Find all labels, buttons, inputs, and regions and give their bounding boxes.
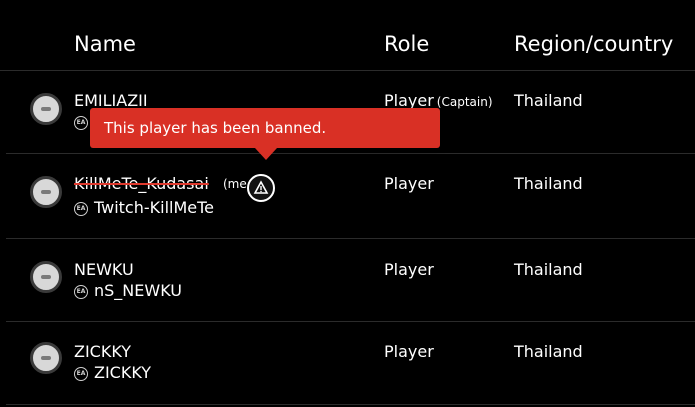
player-role: Player: [384, 260, 434, 279]
banned-tooltip: This player has been banned.: [90, 108, 440, 160]
player-region: Thailand: [514, 342, 583, 361]
ea-icon: EA: [74, 367, 88, 381]
player-game-id: Twitch-KillMeTe: [94, 198, 215, 217]
player-name[interactable]: NEWKU: [74, 260, 134, 279]
ea-icon: EA: [74, 285, 88, 299]
player-region: Thailand: [514, 174, 583, 193]
current-user-tag: (me: [223, 177, 247, 191]
player-game-id: nS_NEWKU: [94, 281, 182, 300]
ea-icon: EA: [74, 116, 88, 130]
table-row[interactable]: NEWKU EA nS_NEWKU Player Thailand: [6, 239, 695, 322]
ea-icon: EA: [74, 202, 88, 216]
column-header-region[interactable]: Region/country: [514, 32, 673, 56]
banned-warning-icon[interactable]: [247, 174, 275, 202]
table-row[interactable]: KillMeTe_Kudasai (me EA Twitch-KillMeTe …: [6, 154, 695, 239]
tooltip-arrow: [255, 148, 277, 160]
default-avatar-icon[interactable]: [30, 261, 62, 293]
column-header-name[interactable]: Name: [74, 32, 136, 56]
table-header: Name Role Region/country: [0, 0, 695, 71]
warning-triangle-icon: [253, 180, 269, 194]
player-region: Thailand: [514, 91, 583, 110]
default-avatar-icon[interactable]: [30, 176, 62, 208]
player-game-id: ZICKKY: [94, 363, 152, 382]
player-role: Player: [384, 342, 434, 361]
column-header-role[interactable]: Role: [384, 32, 429, 56]
player-name[interactable]: ZICKKY: [74, 342, 131, 361]
default-avatar-icon[interactable]: [30, 342, 62, 374]
captain-tag: (Captain): [436, 95, 493, 109]
player-name-banned[interactable]: KillMeTe_Kudasai: [74, 174, 209, 193]
tooltip-text: This player has been banned.: [104, 119, 327, 137]
player-region: Thailand: [514, 260, 583, 279]
default-avatar-icon[interactable]: [30, 93, 62, 125]
player-role: Player: [384, 174, 434, 193]
table-row[interactable]: ZICKKY EA ZICKKY Player Thailand: [6, 322, 695, 405]
